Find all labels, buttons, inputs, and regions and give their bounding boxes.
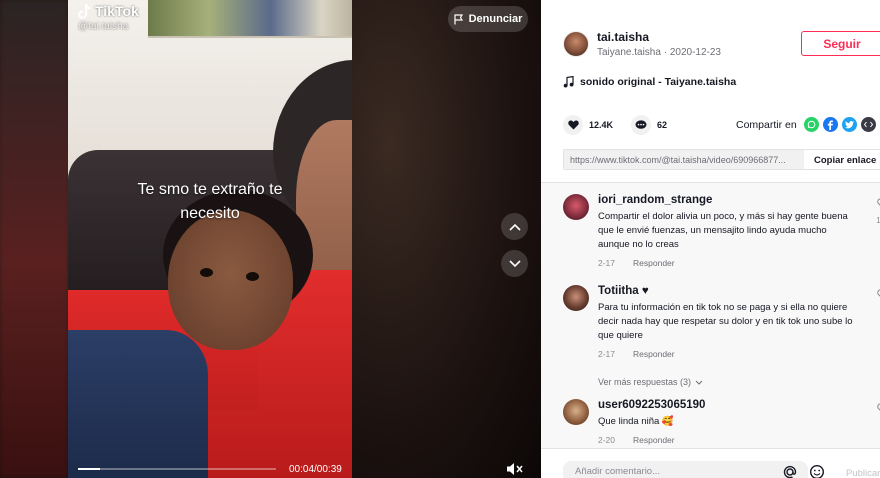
report-button[interactable]: Denunciar [448,6,528,32]
commenter-avatar[interactable] [563,399,589,425]
reply-button[interactable]: Responder [633,435,675,445]
chevron-down-icon [508,259,521,267]
comment-bubble-icon [635,120,647,129]
comment-text: Compartir el dolor alivia un poco, y más… [598,211,848,250]
comment-like-count: 113 [876,216,880,225]
share-link-box: https://www.tiktok.com/@tai.taisha/video… [563,149,880,170]
comment-like-count: 96 [869,307,880,316]
video-scene-eye [246,272,259,281]
video-scene-eye [200,268,213,277]
chevron-up-icon [508,223,521,231]
video-scene-child-overalls [68,330,208,478]
share-bar: Compartir en [736,117,876,132]
comment-like-button[interactable]: 2 [869,401,880,430]
video-time: 00:04/00:39 [289,464,342,475]
comment-date: 2-17 [598,258,616,268]
heart-icon [567,120,579,130]
video-caption: Te smo te extraño te necesito [137,181,283,222]
comment-text: Que linda niña 🥰 [598,416,674,427]
commenter-username[interactable]: Totiitha ♥ [598,285,853,297]
chevron-down-icon [695,380,703,385]
previous-video-button[interactable] [501,213,528,240]
comment-text: Para tu información en tik tok no se pag… [598,302,853,341]
view-more-replies-button[interactable]: Ver más respuestas (3) [598,377,703,387]
video-backdrop-left [0,0,68,478]
commenter-avatar[interactable] [563,194,589,220]
copy-link-button[interactable]: Copiar enlace [804,150,880,169]
video-details-panel: tai.taisha Taiyane.taisha · 2020-12-23 S… [541,0,880,478]
video-scene-child-face [168,210,293,350]
watermark-brand: TikTok [95,3,139,19]
comment-like-button[interactable]: 96 [869,287,880,316]
embed-code-icon [863,121,873,128]
twitter-share-button[interactable] [841,117,857,132]
music-label: sonido original - Taiyane.taisha [580,76,737,88]
video-scene-painting [148,0,352,38]
watermark-handle: @tai.taisha [78,21,129,32]
author-nickname-date: Taiyane.taisha · 2020-12-23 [597,47,721,58]
comment-count: 62 [657,120,668,130]
comment-like-button[interactable]: 113 [869,196,880,225]
video-stage: TikTok @tai.taisha Te smo te extraño te … [0,0,541,478]
commenter-avatar[interactable] [563,285,589,311]
commenter-username[interactable]: iori_random_strange [598,194,853,206]
facebook-share-button[interactable] [822,117,838,132]
comment-composer: Añadir comentario... Publicar [541,448,880,478]
like-button[interactable] [563,115,583,135]
mention-icon[interactable] [782,464,798,478]
tiktok-watermark: TikTok @tai.taisha [78,3,158,37]
like-count: 12.4K [589,120,614,130]
report-label: Denunciar [468,13,523,25]
mute-button[interactable] [505,461,525,477]
reply-button[interactable]: Responder [633,258,675,268]
volume-muted-icon [507,463,523,475]
embed-share-button[interactable] [860,117,876,132]
author-username[interactable]: tai.taisha [597,30,721,44]
whatsapp-share-button[interactable] [803,117,819,132]
music-link[interactable]: sonido original - Taiyane.taisha [563,76,736,88]
author-block[interactable]: tai.taisha Taiyane.taisha · 2020-12-23 [563,30,721,58]
view-more-replies-label: Ver más respuestas (3) [598,377,692,387]
video-progress-bar[interactable] [78,468,276,470]
comment-list[interactable]: iori_random_strange Compartir el dolor a… [541,183,880,448]
post-comment-button[interactable]: Publicar [846,468,880,478]
twitter-icon [844,120,854,128]
comment-date: 2-20 [598,435,616,445]
follow-button[interactable]: Seguir [801,31,880,56]
share-label: Compartir en [736,118,797,131]
comment-input[interactable]: Añadir comentario... [563,461,808,478]
engagement-stats: 12.4K 62 [563,115,667,135]
whatsapp-icon [807,120,816,129]
share-link-url[interactable]: https://www.tiktok.com/@tai.taisha/video… [564,150,804,169]
facebook-icon [827,120,833,130]
video-progress-fill [78,468,100,470]
video-player[interactable] [68,0,352,478]
next-video-button[interactable] [501,250,528,277]
comment-like-count: 2 [869,421,880,430]
commenter-username[interactable]: user6092253065190 [598,399,853,411]
author-avatar[interactable] [563,31,589,57]
comment-count-button[interactable] [631,115,652,135]
tiktok-logo-icon [78,3,91,19]
comment-date: 2-17 [598,349,616,359]
flag-icon [453,13,463,24]
emoji-icon[interactable] [809,464,825,478]
reply-button[interactable]: Responder [633,349,675,359]
music-note-icon [563,76,574,88]
